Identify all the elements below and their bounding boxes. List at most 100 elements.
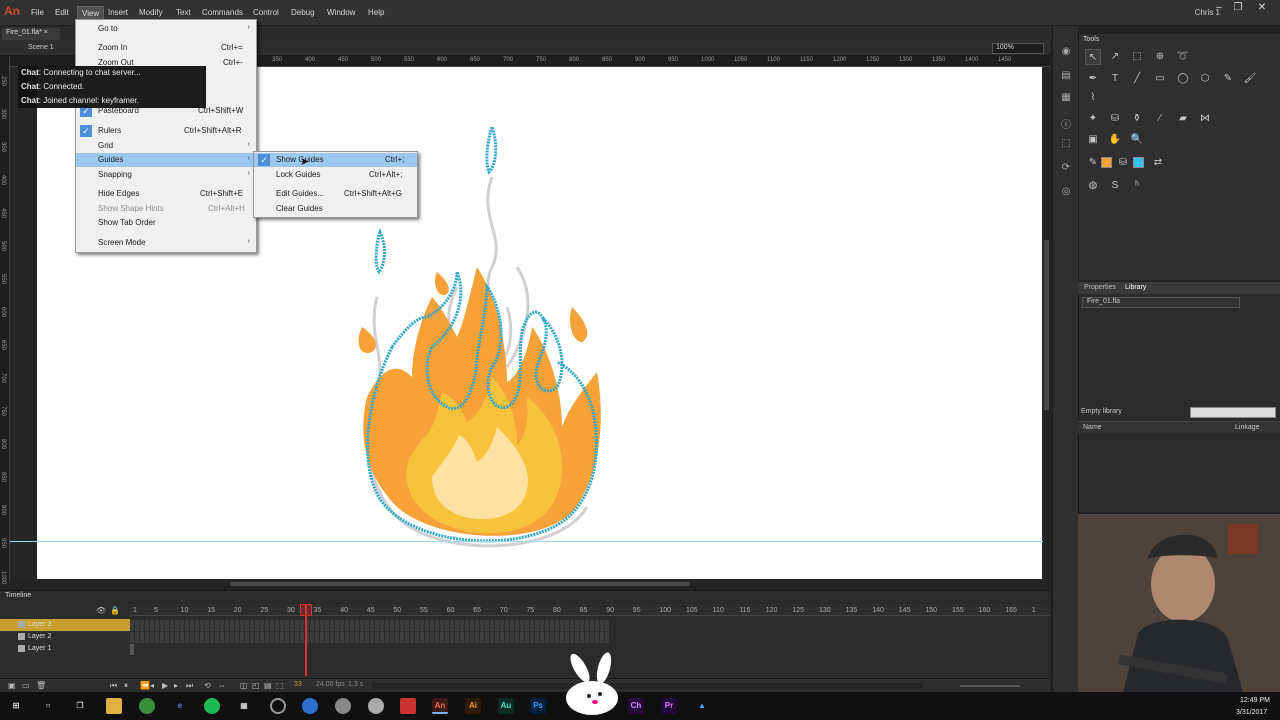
3d-rotation-tool-icon[interactable]: ⊕ — [1152, 49, 1168, 65]
eye-icon[interactable]: 👁 — [96, 606, 106, 615]
stroke-color-icon[interactable]: ✎ — [1085, 155, 1101, 171]
align-icon[interactable]: ▤ — [1060, 70, 1072, 82]
layer-row[interactable]: Layer 2 — [0, 631, 130, 643]
task-view-icon[interactable]: ❐ — [72, 698, 88, 714]
vertical-scroll-thumb[interactable] — [1044, 240, 1049, 410]
onion-outline-icon[interactable]: ◰ — [252, 681, 260, 690]
pencil-tool-icon[interactable]: ✎ — [1220, 71, 1236, 87]
swap-colors-icon[interactable]: ⇄ — [1150, 155, 1166, 171]
step-back-icon[interactable]: ⏪ — [140, 681, 150, 690]
audition-icon[interactable]: Au — [498, 698, 514, 714]
object-drawing-icon[interactable]: ◍ — [1085, 178, 1101, 194]
current-frame[interactable]: 33 — [294, 681, 302, 688]
color-icon[interactable]: ◉ — [1060, 46, 1072, 58]
menu-debug[interactable]: Debug — [291, 8, 315, 17]
transform-icon[interactable]: ▦ — [1060, 92, 1072, 104]
menu-edit[interactable]: Edit — [55, 8, 69, 17]
edge-icon[interactable]: e — [172, 698, 188, 714]
timeline-title[interactable]: Timeline — [5, 592, 31, 599]
menu-file[interactable]: File — [31, 8, 44, 17]
layer-1-frames[interactable] — [130, 644, 134, 655]
minimize-icon[interactable]: – — [1212, 2, 1226, 16]
center-frame-icon[interactable]: ⇔ — [218, 681, 226, 690]
timeline-zoom-slider[interactable] — [960, 685, 1020, 687]
scene-label[interactable]: Scene 1 — [28, 44, 54, 51]
menu-help[interactable]: Help — [368, 8, 384, 17]
menu-item-grid[interactable]: Grid › — [76, 139, 256, 153]
menu-item-snapping[interactable]: Snapping › — [76, 168, 256, 182]
components-icon[interactable]: ⬚ — [1060, 138, 1072, 150]
store-icon[interactable]: ▦ — [236, 698, 252, 714]
subselection-tool-icon[interactable]: ↗ — [1107, 49, 1123, 65]
maximize-icon[interactable]: ❐ — [1231, 2, 1245, 16]
clock-date[interactable]: 3/31/2017 — [1236, 709, 1267, 716]
app-icon[interactable] — [302, 698, 318, 714]
zoom-tool-icon[interactable]: 🔍 — [1129, 132, 1145, 148]
frame-rate[interactable]: 24.00 fps — [316, 681, 345, 688]
character-animator-icon[interactable]: Ch — [628, 698, 644, 714]
menu-item-guides[interactable]: Guides › — [76, 153, 256, 167]
layer-3-frames[interactable] — [130, 620, 610, 631]
menu-window[interactable]: Window — [327, 8, 355, 17]
tab-properties[interactable]: Properties — [1084, 284, 1116, 291]
premiere-icon[interactable]: Pr — [661, 698, 677, 714]
obs-icon[interactable] — [270, 698, 286, 714]
search-icon[interactable]: ○ — [40, 698, 56, 714]
library-search-input[interactable] — [1190, 407, 1276, 418]
straighten-icon[interactable]: ʰ — [1129, 178, 1145, 194]
lock-icon[interactable]: 🔒 — [110, 606, 120, 615]
spotify-icon[interactable] — [204, 698, 220, 714]
new-layer-icon[interactable]: ▣ — [8, 681, 16, 690]
library-document-select[interactable]: Fire_01.fla — [1082, 297, 1240, 308]
loop-icon[interactable]: ⟲ — [204, 681, 211, 690]
menu-text[interactable]: Text — [176, 8, 191, 17]
step-back-frame-icon[interactable]: ◂ — [150, 681, 154, 690]
motion-icon[interactable]: ⟳ — [1060, 162, 1072, 174]
stroke-color-swatch[interactable] — [1101, 157, 1112, 168]
eraser-tool-icon[interactable]: ▰ — [1175, 111, 1191, 127]
clock-time[interactable]: 12:49 PM — [1240, 697, 1270, 704]
paint-brush-tool-icon[interactable]: ⌇ — [1085, 90, 1101, 106]
pause-icon[interactable]: ⏸ — [124, 681, 128, 691]
photoshop-icon[interactable]: Ps — [530, 698, 546, 714]
zoom-select[interactable]: 100% — [992, 43, 1044, 54]
menu-item-show-guides[interactable]: ✓ Show Guides Ctrl+; — [254, 153, 417, 167]
bone-tool-icon[interactable]: ✦ — [1085, 111, 1101, 127]
adobe-cc-icon[interactable]: ▲ — [694, 698, 710, 714]
menu-commands[interactable]: Commands — [202, 8, 243, 17]
eyedropper-tool-icon[interactable]: ⁄ — [1152, 111, 1168, 127]
app4-icon[interactable] — [400, 698, 416, 714]
illustrator-icon[interactable]: Ai — [465, 698, 481, 714]
camera-tool-icon[interactable]: ▣ — [1085, 132, 1101, 148]
fill-color-swatch[interactable] — [1133, 157, 1144, 168]
info-icon[interactable]: ⓘ — [1060, 116, 1072, 131]
cc-libraries-icon[interactable]: ◎ — [1060, 186, 1072, 198]
windows-icon[interactable]: ⊞ — [8, 698, 24, 714]
selection-tool-icon[interactable]: ↖ — [1085, 49, 1101, 65]
free-transform-tool-icon[interactable]: ⬚ — [1129, 49, 1145, 65]
menu-item-go-to[interactable]: Go to › — [76, 22, 256, 36]
menu-item-edit-guides[interactable]: Edit Guides... Ctrl+Shift+Alt+G — [254, 187, 417, 201]
lasso-tool-icon[interactable]: ➰ — [1175, 49, 1191, 65]
menu-item-show-tab-order[interactable]: Show Tab Order — [76, 216, 256, 230]
line-tool-icon[interactable]: ╱ — [1129, 71, 1145, 87]
app2-icon[interactable] — [335, 698, 351, 714]
step-forward-icon[interactable]: ▸ — [174, 681, 178, 690]
playhead-handle[interactable] — [300, 604, 312, 616]
app3-icon[interactable] — [368, 698, 384, 714]
last-frame-icon[interactable]: ⏭ — [186, 681, 193, 691]
column-name[interactable]: Name — [1083, 424, 1102, 431]
menu-control[interactable]: Control — [253, 8, 279, 17]
menu-item-hide-edges[interactable]: Hide Edges Ctrl+Shift+E — [76, 187, 256, 201]
hand-tool-icon[interactable]: ✋ — [1107, 132, 1123, 148]
timeline-scrollbar[interactable] — [372, 683, 922, 689]
play-icon[interactable]: ▶ — [162, 681, 168, 690]
polystar-tool-icon[interactable]: ⬡ — [1197, 71, 1213, 87]
timeline-frame-ruler[interactable] — [130, 604, 1050, 616]
brush-tool-icon[interactable]: 🖌 — [1242, 71, 1258, 87]
layer-row[interactable]: Layer 3 — [0, 619, 130, 631]
menu-item-lock-guides[interactable]: Lock Guides Ctrl+Alt+; — [254, 168, 417, 182]
pen-tool-icon[interactable]: ✒ — [1085, 71, 1101, 87]
width-tool-icon[interactable]: ⋈ — [1197, 111, 1213, 127]
chrome-icon[interactable] — [139, 698, 155, 714]
